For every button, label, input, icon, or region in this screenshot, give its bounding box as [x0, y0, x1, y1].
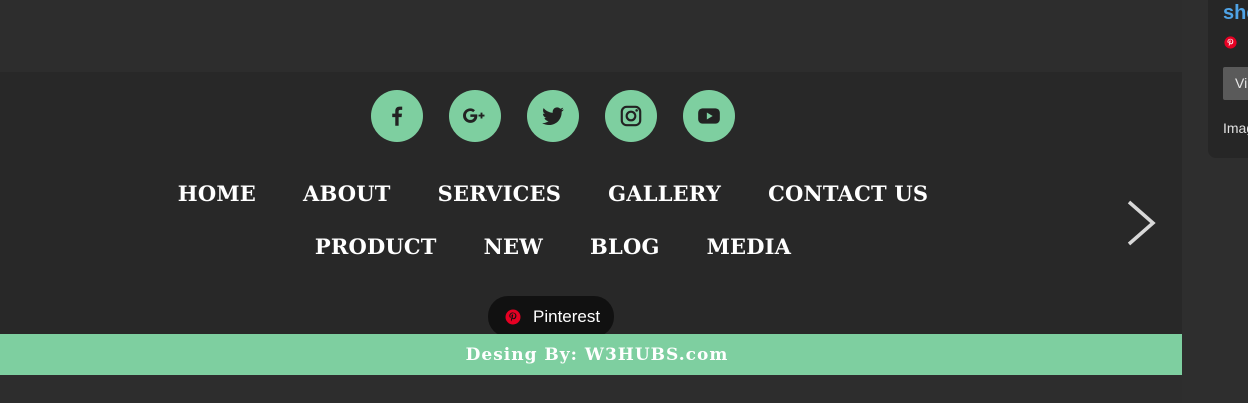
facebook-icon	[392, 106, 403, 126]
nav-link-gallery[interactable]: GALLERY	[608, 181, 721, 206]
youtube-button[interactable]	[683, 90, 735, 142]
credit-text: Desing By: W3HUBS.com	[465, 344, 729, 365]
nav-link-about[interactable]: ABOUT	[303, 181, 391, 206]
nav-link-media[interactable]: MEDIA	[707, 234, 792, 259]
twitter-button[interactable]	[527, 90, 579, 142]
facebook-button[interactable]	[371, 90, 423, 142]
chevron-right-icon[interactable]	[1124, 199, 1158, 247]
side-card-caption: Imag	[1223, 120, 1248, 136]
pinterest-save-button[interactable]: Pinterest	[488, 296, 614, 337]
credit-bar: Desing By: W3HUBS.com	[0, 334, 1182, 375]
instagram-icon	[620, 105, 642, 127]
footer: HOME ABOUT SERVICES GALLERY CONTACT US P…	[0, 72, 1182, 337]
bottom-strip	[0, 375, 1182, 403]
nav-link-product[interactable]: PRODUCT	[315, 234, 437, 259]
side-card-title[interactable]: she	[1223, 2, 1248, 25]
youtube-icon	[698, 108, 720, 124]
pinterest-icon	[505, 309, 521, 324]
page: HOME ABOUT SERVICES GALLERY CONTACT US P…	[0, 0, 1248, 403]
nav-link-services[interactable]: SERVICES	[438, 181, 561, 206]
nav-link-home[interactable]: HOME	[178, 181, 256, 206]
nav-link-blog[interactable]: BLOG	[590, 234, 660, 259]
nav-link-new[interactable]: NEW	[484, 234, 543, 259]
pinterest-icon	[1224, 36, 1237, 49]
side-card-view-button[interactable]: Vi	[1223, 67, 1248, 100]
google-plus-button[interactable]	[449, 90, 501, 142]
nav-row-primary: HOME ABOUT SERVICES GALLERY CONTACT US	[0, 181, 1106, 206]
nav-row-secondary: PRODUCT NEW BLOG MEDIA	[0, 234, 1106, 259]
nav-link-contact-us[interactable]: CONTACT US	[768, 181, 928, 206]
top-strip	[0, 0, 1182, 72]
google-plus-icon	[463, 108, 485, 123]
social-links	[371, 90, 735, 142]
instagram-button[interactable]	[605, 90, 657, 142]
pinterest-side-card: she Vi Imag	[1208, 0, 1248, 158]
pinterest-label: Pinterest	[533, 306, 601, 326]
twitter-icon	[542, 107, 564, 125]
